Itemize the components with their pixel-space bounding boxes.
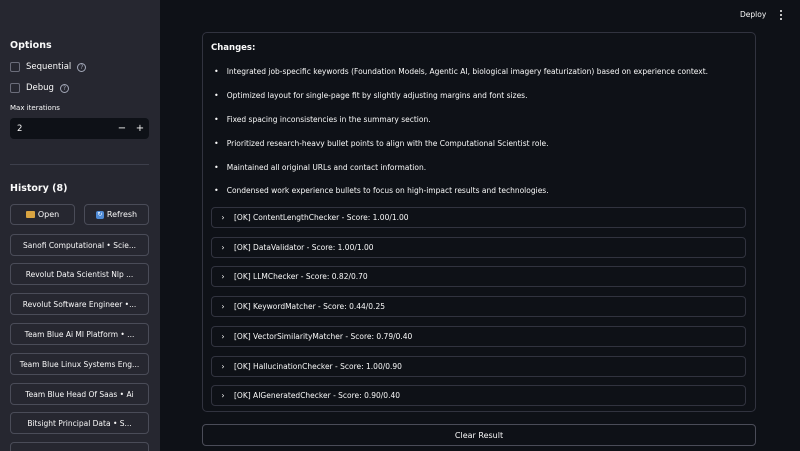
refresh-icon: ↻: [95, 210, 104, 219]
chevron-right-icon: ›: [221, 391, 225, 400]
decrement-button[interactable]: −: [113, 123, 131, 134]
increment-button[interactable]: +: [131, 123, 149, 134]
changes-title: Changes:: [211, 43, 256, 53]
history-item[interactable]: Sanofi Computational • Scie...: [10, 234, 149, 256]
history-item[interactable]: Revolut Software Engineer •...: [10, 293, 149, 315]
change-bullet-text: Integrated job-specific keywords (Founda…: [226, 67, 709, 76]
max-iterations-value[interactable]: 2: [10, 124, 113, 134]
change-bullet: • Optimized layout for single-page fit by…: [214, 91, 528, 100]
checker-expander[interactable]: › [OK] DataValidator - Score: 1.00/1.00: [211, 237, 746, 258]
change-bullet-text: Prioritized research-heavy bullet points…: [226, 139, 549, 148]
chevron-right-icon: ›: [221, 213, 225, 222]
history-item[interactable]: Team Blue Linux Systems Eng...: [10, 353, 149, 375]
change-bullet-text: Maintained all original URLs and contact…: [226, 163, 427, 172]
chevron-right-icon: ›: [221, 362, 225, 371]
change-bullet: • Integrated job-specific keywords (Found…: [214, 67, 709, 76]
change-bullet: • Prioritized research-heavy bullet point…: [214, 139, 549, 148]
history-item[interactable]: Team Blue Head Of Saas • Ai: [10, 383, 149, 405]
change-bullet: • Maintained all original URLs and contac…: [214, 163, 427, 172]
refresh-button[interactable]: ↻ Refresh: [84, 204, 149, 225]
checker-expander[interactable]: › [OK] AIGeneratedChecker - Score: 0.90/0…: [211, 385, 746, 406]
debug-toggle[interactable]: Debug ?: [10, 83, 69, 93]
checker-label: [OK] DataValidator - Score: 1.00/1.00: [234, 243, 374, 252]
sidebar: Options Sequential ? Debug ? Max iterati…: [0, 0, 160, 451]
checker-expander[interactable]: › [OK] KeywordMatcher - Score: 0.44/0.25: [211, 296, 746, 317]
sequential-toggle[interactable]: Sequential ?: [10, 62, 87, 72]
sequential-label: Sequential: [26, 62, 72, 72]
chevron-right-icon: ›: [221, 302, 225, 311]
refresh-button-label: Refresh: [106, 210, 138, 219]
chevron-right-icon: ›: [221, 332, 225, 341]
chevron-right-icon: ›: [221, 272, 225, 281]
checker-expander[interactable]: › [OK] ContentLengthChecker - Score: 1.00…: [211, 207, 746, 228]
checker-expander[interactable]: › [OK] HallucinationChecker - Score: 1.00…: [211, 356, 746, 377]
debug-label: Debug: [26, 83, 54, 93]
question-circle-icon[interactable]: ?: [59, 83, 69, 93]
history-item[interactable]: Bitsight Principal Data • S...: [10, 412, 149, 434]
open-button-label: Open: [37, 210, 60, 219]
options-title: Options: [10, 40, 52, 51]
checker-label: [OK] ContentLengthChecker - Score: 1.00/…: [234, 213, 409, 222]
change-bullet-text: Fixed spacing inconsistencies in the sum…: [226, 115, 431, 124]
clear-result-button[interactable]: Clear Result: [202, 424, 756, 446]
kebab-menu-icon[interactable]: [778, 9, 784, 21]
debug-checkbox[interactable]: [10, 83, 20, 93]
change-bullet-text: Optimized layout for single-page fit by …: [226, 91, 528, 100]
checker-expander[interactable]: › [OK] LLMChecker - Score: 0.82/0.70: [211, 266, 746, 287]
checker-label: [OK] HallucinationChecker - Score: 1.00/…: [234, 362, 402, 371]
history-item-partial[interactable]: [10, 442, 149, 451]
history-item[interactable]: Team Blue Ai Ml Platform • ...: [10, 323, 149, 345]
change-bullet-text: Condensed work experience bullets to foc…: [226, 186, 549, 195]
checker-label: [OK] VectorSimilarityMatcher - Score: 0.…: [234, 332, 413, 341]
deploy-button[interactable]: Deploy: [740, 10, 766, 19]
change-bullet: • Condensed work experience bullets to fo…: [214, 186, 549, 195]
history-title: History (8): [10, 183, 68, 194]
open-button[interactable]: Open: [10, 204, 75, 225]
sidebar-divider: [10, 164, 149, 165]
sequential-checkbox[interactable]: [10, 62, 20, 72]
chevron-right-icon: ›: [221, 243, 225, 252]
history-item[interactable]: Revolut Data Scientist Nlp ...: [10, 263, 149, 285]
checker-label: [OK] KeywordMatcher - Score: 0.44/0.25: [234, 302, 385, 311]
checker-label: [OK] LLMChecker - Score: 0.82/0.70: [234, 272, 368, 281]
max-iterations-input[interactable]: 2 − +: [10, 118, 149, 139]
checker-expander[interactable]: › [OK] VectorSimilarityMatcher - Score: 0…: [211, 326, 746, 347]
folder-icon: [25, 211, 35, 218]
question-circle-icon[interactable]: ?: [77, 62, 87, 72]
change-bullet: • Fixed spacing inconsistencies in the su…: [214, 115, 431, 124]
max-iterations-label: Max iterations: [10, 104, 60, 112]
checker-label: [OK] AIGeneratedChecker - Score: 0.90/0.…: [234, 391, 401, 400]
